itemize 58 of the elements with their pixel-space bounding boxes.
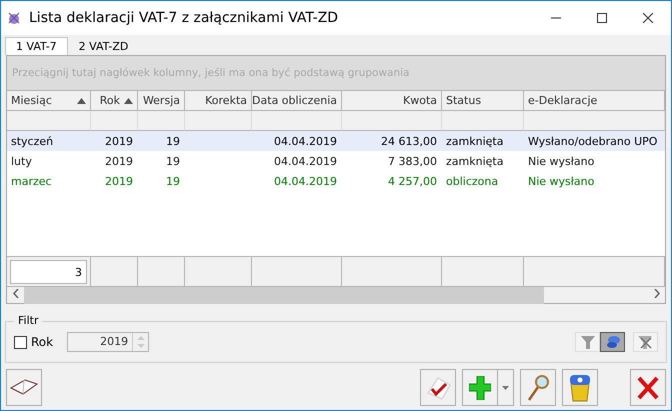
column-header[interactable]: Status	[442, 90, 524, 111]
book-icon	[9, 378, 39, 398]
footer-cell	[138, 256, 185, 286]
window-title: Lista deklaracji VAT-7 z załącznikami VAT-ZD	[29, 10, 340, 26]
table-cell: 04.04.2019	[252, 131, 342, 151]
column-header[interactable]: Data obliczenia	[252, 90, 342, 111]
year-spinner[interactable]: 2019	[67, 332, 150, 352]
caret-icon	[502, 386, 509, 390]
search-button[interactable]	[520, 369, 556, 406]
scroll-right-icon[interactable]	[654, 289, 660, 298]
table-cell: 19	[138, 131, 185, 151]
footer-cell	[185, 256, 252, 286]
filter-cell[interactable]	[524, 111, 665, 131]
column-header[interactable]: Wersja	[138, 90, 185, 111]
maximize-icon	[597, 13, 607, 23]
row-count: 3	[10, 260, 87, 284]
funnel-icon	[580, 335, 594, 349]
delete-button[interactable]	[562, 369, 598, 406]
table-cell: zamknięta	[442, 131, 524, 151]
column-header[interactable]: Korekta	[185, 90, 252, 111]
tab[interactable]: 1 VAT-7	[5, 37, 68, 55]
tab[interactable]: 2 VAT-ZD	[68, 37, 140, 55]
horizontal-scrollbar[interactable]	[7, 286, 665, 303]
filter-cell[interactable]	[91, 111, 138, 131]
approve-button[interactable]	[420, 369, 456, 406]
sort-ascending-icon	[124, 98, 133, 104]
clear-filter-icon	[638, 335, 654, 349]
add-dropdown-button[interactable]	[498, 369, 514, 406]
magnifier-icon	[526, 374, 550, 402]
close-window-button[interactable]	[630, 369, 666, 406]
filter-cell[interactable]	[252, 111, 342, 131]
table-cell: 24 613,00	[342, 131, 442, 151]
filter-title: Filtr	[14, 314, 42, 327]
add-button[interactable]	[462, 369, 498, 406]
table-cell: styczeń	[7, 131, 91, 151]
filter-cell[interactable]	[185, 111, 252, 131]
trash-bin-icon	[569, 374, 591, 402]
column-header[interactable]: Miesiąc	[7, 90, 91, 111]
app-icon	[7, 11, 21, 25]
column-header[interactable]: Kwota	[342, 90, 442, 111]
filter-tool-button[interactable]	[600, 332, 625, 352]
table-cell: 2019	[91, 131, 138, 151]
plus-icon	[469, 376, 491, 400]
sort-ascending-icon	[77, 98, 86, 104]
book-button[interactable]	[6, 369, 42, 406]
filter-cell[interactable]	[138, 111, 185, 131]
table-cell: Wysłano/odebrano UPO	[524, 131, 665, 151]
year-label: Rok	[31, 335, 54, 349]
filter-cell[interactable]	[442, 111, 524, 131]
scroll-left-icon[interactable]	[12, 289, 18, 298]
column-header[interactable]: Rok	[91, 90, 138, 111]
filter-cell[interactable]	[7, 111, 91, 131]
pin-icon	[604, 335, 620, 349]
year-checkbox[interactable]	[14, 336, 27, 348]
close-icon	[643, 13, 653, 23]
close-icon	[637, 376, 659, 400]
filter-cell[interactable]	[342, 111, 442, 131]
column-header[interactable]: e-Deklaracje	[524, 90, 665, 111]
